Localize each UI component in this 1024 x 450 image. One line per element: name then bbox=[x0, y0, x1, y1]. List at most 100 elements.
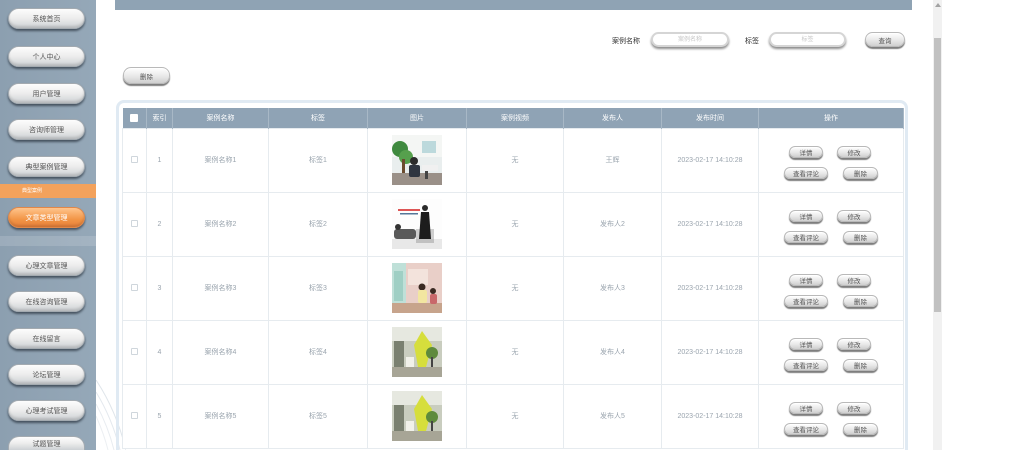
row-actions: 详情 修改 查看评论 删除 bbox=[759, 129, 903, 192]
case-image[interactable] bbox=[392, 391, 442, 441]
edit-button[interactable]: 修改 bbox=[837, 209, 871, 222]
detail-button[interactable]: 详情 bbox=[789, 273, 823, 286]
view-comments-button[interactable]: 查看评论 bbox=[784, 166, 828, 179]
sidebar-item-articles[interactable]: 心理文章管理 bbox=[8, 255, 85, 276]
case-table: 索引 案例名称 标签 图片 案例视频 发布人 发布时间 操作 1 案例名称1 标… bbox=[122, 108, 904, 449]
table-row: 2 案例名称2 标签2 无 发布人2 2023-02-17 14:10:28 详… bbox=[122, 191, 904, 257]
row-actions: 详情 修改 查看评论 删除 bbox=[759, 385, 903, 448]
delete-button[interactable]: 删除 bbox=[843, 358, 878, 371]
edit-button[interactable]: 修改 bbox=[837, 273, 871, 286]
tag-cell: 标签4 bbox=[268, 319, 368, 385]
actions-cell: 详情 修改 查看评论 删除 bbox=[758, 127, 904, 193]
tag-label: 标签 bbox=[745, 38, 759, 45]
table-row: 1 案例名称1 标签1 无 王辉 2023-02-17 14:10:28 详情 … bbox=[122, 127, 904, 193]
image-cell bbox=[367, 191, 467, 257]
time-cell: 2023-02-17 14:10:28 bbox=[661, 383, 759, 449]
delete-button[interactable]: 删除 bbox=[843, 422, 878, 435]
sidebar-item-profile[interactable]: 个人中心 bbox=[8, 46, 85, 67]
publisher-cell: 发布人4 bbox=[563, 319, 662, 385]
case-image[interactable] bbox=[392, 263, 442, 313]
video-cell: 无 bbox=[466, 319, 564, 385]
column-header-index: 索引 bbox=[146, 108, 173, 128]
sidebar-item-home[interactable]: 系统首页 bbox=[8, 8, 85, 29]
sidebar-item-counselors[interactable]: 咨询师管理 bbox=[8, 119, 85, 140]
column-header-image: 图片 bbox=[367, 108, 467, 128]
delete-button[interactable]: 删除 bbox=[843, 166, 878, 179]
tag-input[interactable] bbox=[769, 32, 846, 47]
sidebar-item-cases[interactable]: 典型案例管理 bbox=[8, 156, 85, 177]
row-checkbox[interactable] bbox=[131, 347, 138, 355]
detail-button[interactable]: 详情 bbox=[789, 145, 823, 158]
view-comments-button[interactable]: 查看评论 bbox=[784, 230, 828, 243]
case-name-cell: 案例名称4 bbox=[172, 319, 269, 385]
image-cell bbox=[367, 255, 467, 321]
row-actions: 详情 修改 查看评论 删除 bbox=[759, 321, 903, 384]
image-cell bbox=[367, 319, 467, 385]
view-comments-button[interactable]: 查看评论 bbox=[784, 294, 828, 307]
video-cell: 无 bbox=[466, 191, 564, 257]
sidebar-item-questions[interactable]: 试题管理 bbox=[8, 436, 85, 450]
row-checkbox[interactable] bbox=[131, 283, 138, 291]
sidebar-item-online-consult[interactable]: 在线咨询管理 bbox=[8, 291, 85, 312]
view-comments-button[interactable]: 查看评论 bbox=[784, 358, 828, 371]
case-image[interactable] bbox=[392, 135, 442, 185]
time-cell: 2023-02-17 14:10:28 bbox=[661, 255, 759, 321]
sidebar-item-exams[interactable]: 心理考试管理 bbox=[8, 400, 85, 421]
index-cell: 2 bbox=[146, 191, 173, 257]
select-all-checkbox[interactable] bbox=[130, 113, 139, 122]
sidebar-section-header[interactable]: 典型案例 bbox=[0, 184, 96, 198]
breadcrumb-bar bbox=[115, 0, 912, 10]
video-cell: 无 bbox=[466, 383, 564, 449]
row-actions: 详情 修改 查看评论 删除 bbox=[759, 193, 903, 256]
tag-cell: 标签2 bbox=[268, 191, 368, 257]
case-photo bbox=[392, 327, 442, 377]
sidebar-item-messages[interactable]: 在线留言 bbox=[8, 328, 85, 349]
detail-button[interactable]: 详情 bbox=[789, 401, 823, 414]
column-header-video: 案例视频 bbox=[466, 108, 564, 128]
query-button[interactable]: 查询 bbox=[865, 32, 905, 47]
checkbox-cell bbox=[122, 191, 147, 257]
scroll-up-icon[interactable] bbox=[935, 3, 941, 7]
index-cell: 3 bbox=[146, 255, 173, 321]
checkbox-cell bbox=[122, 383, 147, 449]
row-actions: 详情 修改 查看评论 删除 bbox=[759, 257, 903, 320]
case-name-label: 案例名称 bbox=[612, 38, 640, 45]
sidebar-item-forum[interactable]: 论坛管理 bbox=[8, 364, 85, 385]
case-name-input[interactable] bbox=[651, 32, 729, 47]
case-photo bbox=[392, 391, 442, 441]
tag-cell: 标签1 bbox=[268, 127, 368, 193]
edit-button[interactable]: 修改 bbox=[837, 337, 871, 350]
scrollbar-thumb[interactable] bbox=[934, 38, 941, 312]
detail-button[interactable]: 详情 bbox=[789, 209, 823, 222]
header-checkbox-cell bbox=[122, 108, 147, 128]
row-checkbox[interactable] bbox=[131, 155, 138, 163]
sidebar-item-users[interactable]: 用户管理 bbox=[8, 83, 85, 104]
sidebar: 系统首页 个人中心 用户管理 咨询师管理 典型案例管理 典型案例 文章类型管理 … bbox=[0, 0, 96, 450]
tag-cell: 标签5 bbox=[268, 383, 368, 449]
case-photo bbox=[392, 199, 442, 249]
time-cell: 2023-02-17 14:10:28 bbox=[661, 319, 759, 385]
edit-button[interactable]: 修改 bbox=[837, 401, 871, 414]
tag-cell: 标签3 bbox=[268, 255, 368, 321]
case-image[interactable] bbox=[392, 199, 442, 249]
row-checkbox[interactable] bbox=[131, 411, 138, 419]
column-header-tag: 标签 bbox=[268, 108, 368, 128]
delete-button[interactable]: 删除 bbox=[843, 230, 878, 243]
sidebar-item-article-types[interactable]: 文章类型管理 bbox=[8, 207, 85, 228]
time-cell: 2023-02-17 14:10:28 bbox=[661, 127, 759, 193]
row-checkbox[interactable] bbox=[131, 219, 138, 227]
batch-delete-button[interactable]: 删除 bbox=[123, 67, 170, 84]
delete-button[interactable]: 删除 bbox=[843, 294, 878, 307]
publisher-cell: 发布人2 bbox=[563, 191, 662, 257]
case-name-cell: 案例名称5 bbox=[172, 383, 269, 449]
edit-button[interactable]: 修改 bbox=[837, 145, 871, 158]
index-cell: 5 bbox=[146, 383, 173, 449]
index-cell: 4 bbox=[146, 319, 173, 385]
case-image[interactable] bbox=[392, 327, 442, 377]
video-cell: 无 bbox=[466, 255, 564, 321]
table-row: 5 案例名称5 标签5 无 发布人5 2023-02-17 14:10:28 详… bbox=[122, 383, 904, 449]
detail-button[interactable]: 详情 bbox=[789, 337, 823, 350]
column-header-time: 发布时间 bbox=[661, 108, 759, 128]
case-name-cell: 案例名称2 bbox=[172, 191, 269, 257]
view-comments-button[interactable]: 查看评论 bbox=[784, 422, 828, 435]
